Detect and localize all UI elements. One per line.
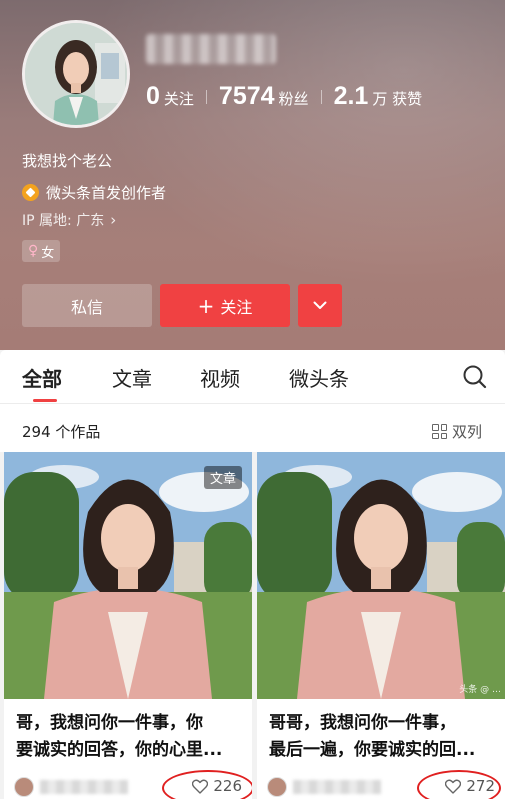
author-name-redacted	[293, 780, 381, 794]
work-title: 哥哥，我想问你一件事， 最后一遍，你要诚实的回...	[269, 710, 497, 764]
works-bar: 294 个作品 双列	[0, 404, 505, 452]
following-label[interactable]: 关注	[164, 88, 194, 109]
thumbnail-image	[4, 452, 252, 699]
username-redacted	[146, 34, 276, 64]
thumbnail-image	[257, 452, 505, 699]
profile-stats: 0 关注 7574 粉丝 2.1 万 获赞	[146, 82, 422, 111]
work-title-line: 要诚实的回答，你的心里...	[16, 740, 223, 760]
work-title-line: 哥哥，我想问你一件事，	[269, 713, 456, 733]
creator-label: 微头条首发创作者	[46, 184, 167, 202]
search-button[interactable]	[462, 364, 488, 390]
message-button-label: 私信	[70, 297, 103, 317]
image-watermark: 头条 @ …	[459, 685, 501, 695]
creator-badge-icon	[22, 184, 39, 201]
following-count[interactable]: 0	[146, 82, 160, 111]
article-tag: 文章	[203, 466, 242, 489]
works-count: 294 个作品	[22, 423, 101, 441]
work-thumbnail: 文章	[4, 452, 252, 699]
follow-button-label: 关注	[220, 297, 253, 317]
work-title-line: 哥，我想问你一件事，你	[16, 713, 203, 733]
plus-icon: +	[197, 293, 215, 318]
stat-divider	[205, 89, 207, 104]
tab-micro-posts[interactable]: 微头条	[289, 363, 349, 392]
work-title: 哥，我想问你一件事，你 要诚实的回答，你的心里...	[16, 710, 244, 764]
work-card[interactable]: 头条 @ … 哥哥，我想问你一件事， 最后一遍，你要诚实的回... 272	[257, 452, 505, 799]
search-icon	[463, 365, 487, 389]
follow-button[interactable]: + 关注	[160, 284, 290, 327]
profile-avatar[interactable]	[22, 20, 130, 128]
followers-label[interactable]: 粉丝	[279, 88, 309, 109]
ip-location[interactable]: IP 属地: 广东 ›	[22, 210, 116, 230]
content-tabs: 全部 文章 视频 微头条	[0, 350, 505, 404]
author-avatar	[14, 777, 34, 797]
annotation-circle	[417, 770, 501, 799]
annotation-circle	[162, 770, 252, 799]
avatar-image	[25, 23, 127, 125]
female-icon: ♀	[28, 243, 39, 259]
active-tab-indicator	[33, 399, 57, 402]
gender-label: 女	[41, 245, 55, 261]
work-title-line: 最后一遍，你要诚实的回...	[269, 740, 476, 760]
creator-badge-row[interactable]: 微头条首发创作者	[22, 182, 166, 203]
gender-tag: ♀ 女	[22, 240, 61, 262]
tab-all[interactable]: 全部	[22, 363, 62, 392]
profile-bio: 我想找个老公	[22, 152, 113, 170]
author-avatar	[267, 777, 287, 797]
grid-icon	[432, 424, 447, 439]
more-options-button[interactable]	[298, 284, 342, 327]
work-card[interactable]: 文章 哥，我想问你一件事，你 要诚实的回答，你的心里... 226	[4, 452, 252, 799]
chevron-right-icon: ›	[110, 211, 117, 229]
likes-count: 2.1	[333, 82, 369, 110]
followers-count[interactable]: 7574	[219, 82, 275, 111]
layout-toggle[interactable]: 双列	[432, 421, 482, 442]
work-thumbnail: 头条 @ …	[257, 452, 505, 699]
ip-location-label: IP 属地: 广东	[22, 213, 105, 229]
layout-toggle-label: 双列	[452, 423, 483, 441]
tab-articles[interactable]: 文章	[112, 363, 152, 392]
author-name-redacted	[40, 780, 128, 794]
message-button[interactable]: 私信	[22, 284, 152, 327]
chevron-down-icon	[313, 301, 327, 309]
likes-label: 万 获赞	[372, 90, 423, 108]
tab-videos[interactable]: 视频	[200, 363, 240, 392]
stat-divider	[320, 89, 322, 104]
